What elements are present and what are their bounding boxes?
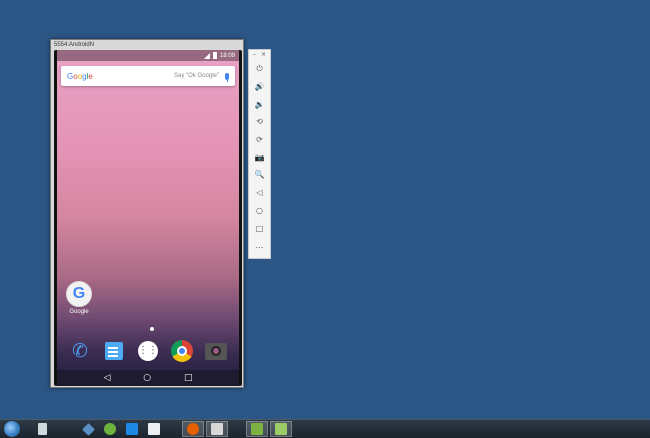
google-search-bar[interactable]: Google Say "Ok Google"	[61, 66, 235, 86]
google-g-icon: G	[66, 281, 92, 307]
power-icon[interactable]: ⏻	[249, 60, 270, 78]
nav-bar: ◁ ○ □	[57, 370, 239, 386]
camera-icon[interactable]	[205, 340, 227, 362]
back-icon[interactable]: ◁	[249, 184, 270, 202]
zoom-icon[interactable]: 🔍	[249, 166, 270, 184]
nav-home-button[interactable]: ○	[143, 373, 151, 383]
search-placeholder: Say "Ok Google"	[174, 73, 219, 79]
battery-icon	[212, 52, 217, 59]
firefox-icon[interactable]	[182, 421, 204, 437]
volume-up-icon[interactable]: 🔊	[249, 78, 270, 96]
recycle-bin-icon[interactable]	[32, 421, 52, 437]
green-app-icon[interactable]	[100, 421, 120, 437]
google-app-shortcut[interactable]: G Google	[64, 281, 94, 315]
windows-store-icon[interactable]	[122, 421, 142, 437]
windows-taskbar	[0, 419, 650, 438]
android-screen[interactable]: 18:09 Google Say "Ok Google" G Google ✆ …	[57, 50, 239, 386]
google-logo: Google	[67, 71, 93, 81]
google-app-label: Google	[69, 309, 89, 315]
mic-icon[interactable]	[225, 72, 229, 82]
minimize-button[interactable]: –	[253, 50, 256, 60]
app-drawer-icon[interactable]: ⋮⋮	[137, 340, 159, 362]
screenshot-icon[interactable]: 📷	[249, 148, 270, 166]
emulator-window: 5554:AndroidN 18:09 Google Say "Ok Googl…	[50, 39, 244, 388]
virtualbox-icon[interactable]	[78, 421, 98, 437]
overview-icon[interactable]: □	[249, 219, 270, 237]
more-icon[interactable]: …	[249, 237, 270, 255]
start-orb-icon	[4, 421, 20, 437]
emulator-side-toolbar: – × ⏻ 🔊 🔉 ⟲ ⟳ 📷 🔍 ◁ ○ □ …	[248, 49, 271, 259]
signal-icon	[203, 52, 210, 59]
status-time: 18:09	[219, 52, 235, 59]
device-frame: 18:09 Google Say "Ok Google" G Google ✆ …	[54, 50, 242, 386]
rotate-right-icon[interactable]: ⟳	[249, 131, 270, 149]
status-bar: 18:09	[57, 50, 239, 61]
page-indicator	[150, 327, 154, 331]
messages-icon[interactable]	[103, 340, 125, 362]
phone-icon[interactable]: ✆	[69, 340, 91, 362]
notepad-icon[interactable]	[144, 421, 164, 437]
emulator-title: 5554:AndroidN	[54, 42, 95, 48]
nav-back-button[interactable]: ◁	[103, 373, 110, 383]
close-button[interactable]: ×	[261, 50, 266, 60]
dock: ✆ ⋮⋮	[57, 337, 239, 365]
android-studio-icon[interactable]	[270, 421, 292, 437]
explorer-icon[interactable]	[206, 421, 228, 437]
download-icon[interactable]	[246, 421, 268, 437]
chrome-icon[interactable]	[171, 340, 193, 362]
rotate-left-icon[interactable]: ⟲	[249, 113, 270, 131]
home-icon[interactable]: ○	[249, 202, 270, 220]
start-button[interactable]	[2, 421, 22, 437]
nav-recents-button[interactable]: □	[184, 373, 193, 383]
volume-down-icon[interactable]: 🔉	[249, 95, 270, 113]
toolbar-window-controls: – ×	[249, 50, 270, 60]
